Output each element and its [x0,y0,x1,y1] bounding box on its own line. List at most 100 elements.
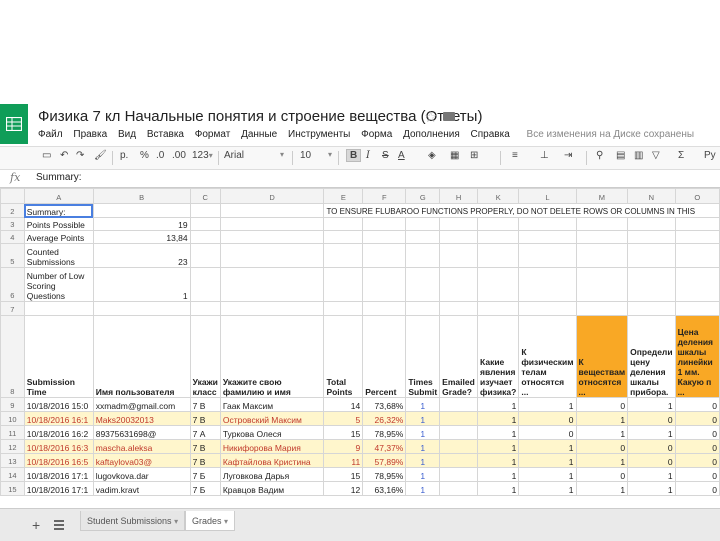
menu-data[interactable]: Данные [241,129,277,140]
cell-answer[interactable]: 1 [575,453,629,468]
cell-percent[interactable]: 63,16% [362,481,407,496]
cell-answer[interactable]: 1 [518,453,577,468]
row-number[interactable]: 13 [0,453,25,468]
row-number[interactable]: 14 [0,467,25,482]
cell-times-submitted[interactable]: 1 [405,397,441,412]
cell-total-points[interactable]: 15 [323,467,364,482]
cell-submission-time[interactable]: 10/18/2016 17:1 [23,467,94,482]
column-header[interactable]: M [575,188,629,204]
text-color-button[interactable]: A [398,150,405,161]
cell-answer[interactable]: 0 [575,397,629,412]
cell[interactable]: 23 [92,243,191,268]
column-header[interactable]: E [323,188,364,204]
cell-answer[interactable]: 0 [518,411,577,426]
cell-full-name[interactable]: Луговкова Дарья [219,467,325,482]
cell-answer[interactable]: 1 [627,425,676,440]
more-formats-button[interactable]: 123▾ [192,150,213,161]
header-question[interactable]: Определи цену деления шкалы прибора. [627,315,676,398]
cell-username[interactable]: kaftaylova03@ [92,453,191,468]
cell-total-points[interactable]: 11 [323,453,364,468]
cell[interactable] [219,203,325,218]
redo-icon[interactable]: ↷ [76,150,84,161]
header-question[interactable]: Какие явления изучает физика? [477,315,520,398]
header-total-points[interactable]: Total Points [323,315,364,398]
cell-class[interactable]: 7 В [189,411,221,426]
folder-icon[interactable] [443,112,455,121]
cell-emailed[interactable] [439,467,479,482]
cell-times-submitted[interactable]: 1 [405,425,441,440]
tab-grades[interactable]: Grades ▾ [185,511,236,531]
header-times-submitted[interactable]: Times Submit [405,315,441,398]
document-title[interactable]: Физика 7 кл Начальные понятия и строение… [38,108,482,125]
cell-answer[interactable]: 1 [477,467,520,482]
cell-answer[interactable]: 1 [518,397,577,412]
add-sheet-icon[interactable]: + [32,517,40,533]
chevron-down-icon[interactable]: ▾ [328,150,332,159]
cell-username[interactable]: vadim.kravt [92,481,191,496]
menu-addons[interactable]: Дополнения [403,129,460,140]
cell-emailed[interactable] [439,481,479,496]
chart-icon[interactable]: ▥ [634,150,643,161]
cell-full-name[interactable]: Островский Максим [219,411,325,426]
cell-answer[interactable]: 0 [627,411,676,426]
cell-emailed[interactable] [439,453,479,468]
cell-username[interactable]: mascha.aleksa [92,439,191,454]
cell-answer[interactable]: 1 [477,453,520,468]
cell-emailed[interactable] [439,439,479,454]
column-header[interactable]: F [362,188,407,204]
formula-bar[interactable]: fx Summary: [0,170,720,188]
header-emailed-grade[interactable]: Emailed Grade? [439,315,479,398]
font-select[interactable]: Arial [224,150,244,161]
header-question[interactable]: К физическим телам относятся ... [518,315,577,398]
cell-class[interactable]: 7 Б [189,467,221,482]
cell[interactable]: Number of Low Scoring Questions [23,267,94,302]
cell-class[interactable]: 7 Б [189,481,221,496]
header-username[interactable]: Имя пользователя [92,315,191,398]
print-icon[interactable]: ▭ [42,150,51,161]
cell-total-points[interactable]: 12 [323,481,364,496]
cell[interactable]: 19 [92,217,191,231]
cell-submission-time[interactable]: 10/18/2016 16:3 [23,439,94,454]
cell-username[interactable]: Maks20032013 [92,411,191,426]
row-number[interactable]: 7 [0,301,25,316]
formula-value[interactable]: Summary: [36,172,82,183]
all-sheets-icon[interactable] [54,520,64,532]
column-header[interactable]: K [477,188,520,204]
cell-answer[interactable]: 1 [518,439,577,454]
cell-summary[interactable]: Summary: [23,203,94,218]
cell-answer[interactable]: 1 [477,481,520,496]
cell-submission-time[interactable]: 10/18/2016 17:1 [23,481,94,496]
cell-answer[interactable]: 1 [477,425,520,440]
cell-emailed[interactable] [439,411,479,426]
borders-icon[interactable]: ▦ [450,150,459,161]
cell-answer[interactable]: 0 [674,411,720,426]
star-icon[interactable]: ☆ [424,108,437,126]
cell-class[interactable]: 7 А [189,425,221,440]
cell-answer[interactable]: 0 [674,481,720,496]
row-number[interactable]: 3 [0,217,25,231]
valign-icon[interactable]: ⊥ [540,150,549,161]
cell-class[interactable]: 7 В [189,439,221,454]
cell-answer[interactable]: 0 [627,439,676,454]
cell-answer[interactable]: 0 [674,439,720,454]
cell-percent[interactable]: 26,32% [362,411,407,426]
column-header[interactable]: G [405,188,441,204]
italic-button[interactable]: I [366,150,370,161]
cell-answer[interactable]: 1 [477,397,520,412]
row-number[interactable]: 11 [0,425,25,440]
cell-answer[interactable]: 0 [575,439,629,454]
merge-cells-icon[interactable]: ⊞ [470,150,478,161]
cell-total-points[interactable]: 14 [323,397,364,412]
cell-answer[interactable]: 1 [575,411,629,426]
cell[interactable]: Counted Submissions [23,243,94,268]
cell-answer[interactable]: 0 [518,425,577,440]
row-number[interactable]: 4 [0,230,25,244]
filter-icon[interactable]: ▽ [652,150,660,161]
row-number[interactable]: 12 [0,439,25,454]
column-header[interactable]: A [23,188,94,204]
cell-answer[interactable]: 0 [674,425,720,440]
bold-button[interactable]: B [346,149,362,162]
cell-full-name[interactable]: Кафтайлова Кристина [219,453,325,468]
row-number[interactable]: 6 [0,267,25,302]
menu-format[interactable]: Формат [195,129,231,140]
